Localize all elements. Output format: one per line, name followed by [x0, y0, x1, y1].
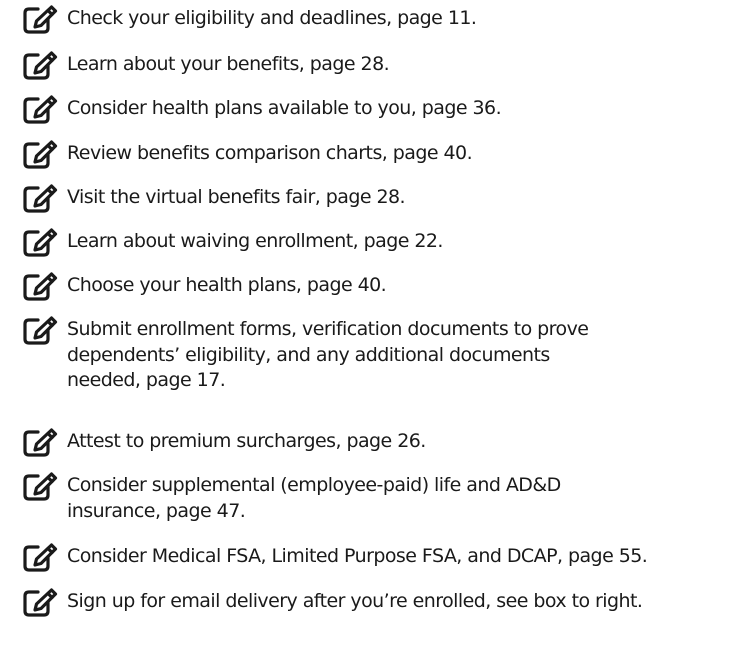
- pencil-square-icon: [22, 4, 62, 34]
- checklist-item: Choose your health plans, page 40.: [0, 267, 751, 301]
- checklist: Check your eligibility and deadlines, pa…: [0, 0, 751, 669]
- pencil-square-icon: [22, 315, 62, 345]
- checklist-item: Submit enrollment forms, verification do…: [0, 311, 751, 394]
- checklist-item-text: Sign up for email delivery after you’re …: [67, 590, 643, 612]
- pencil-square-icon: [22, 271, 62, 301]
- pencil-square-icon: [22, 471, 62, 501]
- checklist-item: Visit the virtual benefits fair, page 28…: [0, 179, 751, 213]
- checklist-item: Learn about your benefits, page 28.: [0, 46, 751, 80]
- pencil-square-icon: [22, 542, 62, 572]
- checklist-item: Sign up for email delivery after you’re …: [0, 583, 751, 617]
- checklist-item-text: Submit enrollment forms, verification do…: [67, 318, 589, 391]
- pencil-square-icon: [22, 587, 62, 617]
- checklist-item-text: Check your eligibility and deadlines, pa…: [67, 7, 477, 29]
- pencil-square-icon: [22, 139, 62, 169]
- pencil-square-icon: [22, 94, 62, 124]
- checklist-item-text: Learn about waiving enrollment, page 22.: [67, 230, 443, 252]
- checklist-item-text: Choose your health plans, page 40.: [67, 274, 387, 296]
- checklist-item: Learn about waiving enrollment, page 22.: [0, 223, 751, 257]
- checklist-item: Review benefits comparison charts, page …: [0, 135, 751, 169]
- checklist-item: Consider Medical FSA, Limited Purpose FS…: [0, 538, 751, 572]
- checklist-item: Consider health plans available to you, …: [0, 90, 751, 124]
- checklist-item-text: Learn about your benefits, page 28.: [67, 53, 390, 75]
- checklist-item-text: Attest to premium surcharges, page 26.: [67, 430, 426, 452]
- checklist-item-text: Consider health plans available to you, …: [67, 97, 502, 119]
- checklist-item: Check your eligibility and deadlines, pa…: [0, 0, 751, 34]
- checklist-item: Consider supplemental (employee-paid) li…: [0, 467, 751, 524]
- pencil-square-icon: [22, 50, 62, 80]
- checklist-item-text: Review benefits comparison charts, page …: [67, 142, 473, 164]
- pencil-square-icon: [22, 427, 62, 457]
- pencil-square-icon: [22, 227, 62, 257]
- checklist-item: Attest to premium surcharges, page 26.: [0, 423, 751, 457]
- checklist-item-text: Visit the virtual benefits fair, page 28…: [67, 186, 406, 208]
- pencil-square-icon: [22, 183, 62, 213]
- checklist-item-text: Consider supplemental (employee-paid) li…: [67, 474, 561, 522]
- checklist-item-text: Consider Medical FSA, Limited Purpose FS…: [67, 545, 648, 567]
